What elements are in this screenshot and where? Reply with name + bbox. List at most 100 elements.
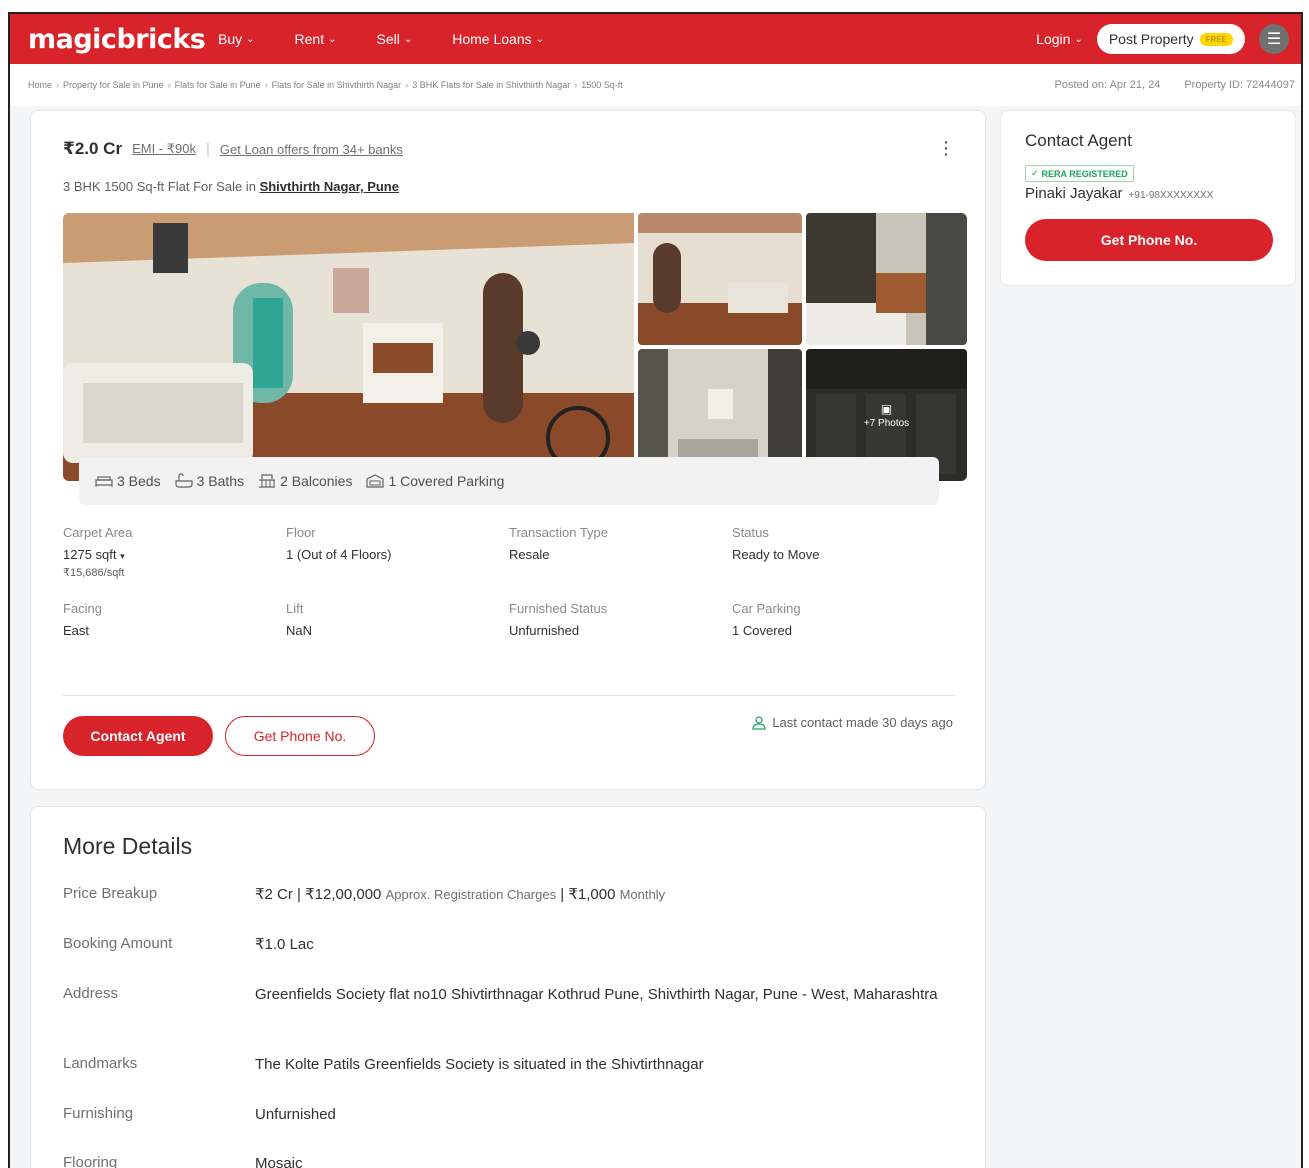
spec-status: Status Ready to Move xyxy=(732,525,955,579)
nav-right: Login ⌄ Post Property FREE ☰ xyxy=(1036,24,1289,54)
spec-value: 1 Covered xyxy=(732,623,792,638)
spec-car-parking: Car Parking 1 Covered xyxy=(732,601,955,638)
rera-badge: ✓ RERA REGISTERED xyxy=(1025,165,1134,182)
login-label: Login xyxy=(1036,31,1071,47)
hamburger-menu-icon[interactable]: ☰ xyxy=(1259,24,1289,54)
spec-label: Transaction Type xyxy=(509,525,608,540)
amenity-balconies: 2 Balconies xyxy=(258,473,352,489)
detail-furnishing: Furnishing Unfurnished xyxy=(63,1105,943,1125)
detail-value: ₹2 Cr | ₹12,00,000 Approx. Registration … xyxy=(255,885,943,905)
breadcrumb-separator: › xyxy=(167,80,171,90)
price-row: ₹2.0 Cr EMI - ₹90k | Get Loan offers fro… xyxy=(63,139,403,159)
spec-value: 1275 sqft ▾ xyxy=(63,547,286,562)
price: ₹2.0 Cr xyxy=(63,139,123,158)
user-icon xyxy=(752,715,766,730)
agent-get-phone-button[interactable]: Get Phone No. xyxy=(1025,219,1273,261)
breadcrumb-property-pune[interactable]: Property for Sale in Pune xyxy=(63,80,164,90)
more-details-title: More Details xyxy=(63,833,193,859)
balcony-icon xyxy=(259,474,276,488)
breadcrumb-separator: › xyxy=(574,80,578,90)
bathtub-icon xyxy=(174,473,193,488)
top-navbar: magicbricks Buy ⌄ Rent ⌄ Sell ⌄ Home Loans ⌄… xyxy=(10,14,1301,64)
gallery-photo-2[interactable] xyxy=(806,213,967,345)
magicbricks-logo[interactable]: magicbricks xyxy=(28,24,218,55)
posted-on: Posted on: Apr 21, 24 xyxy=(1054,79,1161,91)
listing-card: ₹2.0 Cr EMI - ₹90k | Get Loan offers fro… xyxy=(30,110,986,790)
breadcrumb-separator: › xyxy=(264,80,268,90)
more-photos-label: +7 Photos xyxy=(863,417,910,429)
detail-label: Landmarks xyxy=(63,1055,138,1072)
chevron-down-icon[interactable]: ▾ xyxy=(120,551,125,561)
detail-label: Furnishing xyxy=(63,1105,134,1122)
spec-label: Facing xyxy=(63,601,103,616)
location-link[interactable]: Shivthirth Nagar, Pune xyxy=(260,179,399,194)
gallery-photo-1[interactable] xyxy=(638,213,802,345)
nav-buy[interactable]: Buy ⌄ xyxy=(218,31,255,47)
divider-pipe: | xyxy=(205,140,210,158)
main-photo[interactable] xyxy=(63,213,634,481)
chevron-down-icon: ⌄ xyxy=(246,33,255,45)
chevron-down-icon: ⌄ xyxy=(403,33,413,45)
breadcrumb-flats-pune[interactable]: Flats for Sale in Pune xyxy=(175,80,261,90)
spec-value: 1 (Out of 4 Floors) xyxy=(286,547,392,562)
page-frame: magicbricks Buy ⌄ Rent ⌄ Sell ⌄ Home Loans ⌄… xyxy=(8,12,1303,1168)
spec-lift: Lift NaN xyxy=(286,601,509,638)
spec-label: Car Parking xyxy=(732,601,801,616)
amenities-bar: 3 Beds 3 Baths 2 Balconies 1 Covered Par… xyxy=(79,457,939,505)
agent-phone: +91-98XXXXXXXX xyxy=(1128,190,1214,201)
room-photo-icon xyxy=(638,213,802,345)
spec-grid: Carpet Area 1275 sqft ▾ ₹15,686/sqft Flo… xyxy=(63,525,955,638)
post-property-button[interactable]: Post Property FREE xyxy=(1096,24,1245,54)
spec-value: NaN xyxy=(286,623,313,638)
photos-icon: ▣ xyxy=(880,401,893,416)
parking-icon xyxy=(366,474,385,488)
detail-value: Mosaic xyxy=(255,1155,303,1168)
spec-label: Carpet Area xyxy=(63,525,133,540)
amenity-parking-label: 1 Covered Parking xyxy=(388,473,505,489)
get-phone-button[interactable]: Get Phone No. xyxy=(225,716,375,756)
last-contact-info: Last contact made 30 days ago xyxy=(752,715,953,730)
price-per-sqft: ₹15,686/sqft xyxy=(63,567,125,579)
detail-label: Price Breakup xyxy=(63,885,158,902)
spec-carpet-area: Carpet Area 1275 sqft ▾ ₹15,686/sqft xyxy=(63,525,286,579)
detail-price-breakup: Price Breakup ₹2 Cr | ₹12,00,000 Approx.… xyxy=(63,885,943,905)
more-details-card: More Details Price Breakup ₹2 Cr | ₹12,0… xyxy=(30,806,986,1168)
agent-info: Pinaki Jayakar +91-98XXXXXXXX xyxy=(1025,185,1213,202)
listing-title: 3 BHK 1500 Sq-ft Flat For Sale in Shivth… xyxy=(63,179,399,194)
spec-value: Ready to Move xyxy=(732,547,820,562)
detail-label: Flooring xyxy=(63,1154,118,1168)
breadcrumb-flats-shivthirth[interactable]: Flats for Sale in Shivthirth Nagar xyxy=(272,80,402,90)
breadcrumb-3bhk[interactable]: 3 BHK Flats for Sale in Shivthirth Nagar xyxy=(412,80,570,90)
detail-value: Greenfields Society flat no10 Shivtirthn… xyxy=(255,986,938,1003)
spec-label: Status xyxy=(732,525,769,540)
post-info: Posted on: Apr 21, 24 Property ID: 72444… xyxy=(1055,79,1296,91)
spec-facing: Facing East xyxy=(63,601,286,638)
more-options-icon[interactable]: ⋮ xyxy=(937,139,955,157)
nav-sell[interactable]: Sell ⌄ xyxy=(376,31,412,47)
detail-booking-amount: Booking Amount ₹1.0 Lac xyxy=(63,935,943,955)
loan-offers-link[interactable]: Get Loan offers from 34+ banks xyxy=(220,142,403,157)
nav-home-loans[interactable]: Home Loans ⌄ xyxy=(452,31,544,47)
nav-rent[interactable]: Rent ⌄ xyxy=(295,31,337,47)
breadcrumb-home[interactable]: Home xyxy=(28,80,52,90)
price-breakup-value: ₹2 Cr | ₹12,00,000 xyxy=(255,886,382,903)
emi-link[interactable]: EMI - ₹90k xyxy=(132,141,196,157)
detail-label: Address xyxy=(63,985,119,1002)
breadcrumb-separator: › xyxy=(405,80,409,90)
price-breakup-extra: | ₹1,000 xyxy=(560,886,616,903)
nav-buy-label: Buy xyxy=(218,31,243,47)
nav-home-loans-label: Home Loans xyxy=(452,31,532,47)
nav-sell-label: Sell xyxy=(376,31,400,47)
detail-landmarks: Landmarks The Kolte Patils Greenfields S… xyxy=(63,1055,943,1075)
spec-label: Furnished Status xyxy=(509,601,608,616)
breadcrumb-bar: Home › Property for Sale in Pune › Flats f… xyxy=(10,64,1301,106)
amenity-beds-label: 3 Beds xyxy=(117,473,161,489)
spec-value: Resale xyxy=(509,547,550,562)
contact-agent-button[interactable]: Contact Agent xyxy=(63,716,213,756)
spec-label: Floor xyxy=(286,525,316,540)
amenity-baths-label: 3 Baths xyxy=(196,473,245,489)
breadcrumb: Home › Property for Sale in Pune › Flats f… xyxy=(28,80,623,90)
agent-card-title: Contact Agent xyxy=(1025,131,1132,150)
spec-value: East xyxy=(63,623,90,638)
login-menu[interactable]: Login ⌄ xyxy=(1036,31,1083,47)
